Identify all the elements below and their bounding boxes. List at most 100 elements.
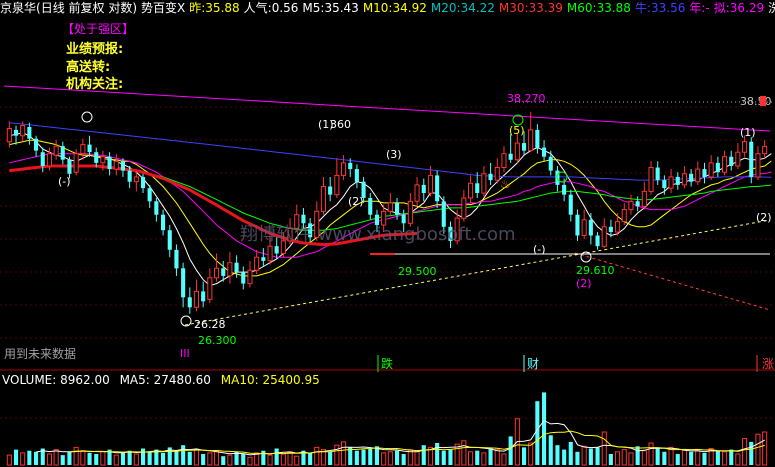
wave-marker-5: (5) xyxy=(509,124,525,137)
candle-body xyxy=(53,145,59,156)
volume-bar xyxy=(702,452,707,465)
candle-body xyxy=(154,201,159,215)
volume-bar xyxy=(522,447,527,465)
vol-ma5-label: MA5: xyxy=(119,373,150,387)
candle-body xyxy=(542,147,547,157)
candle-body xyxy=(73,153,79,173)
low-price-label-white: 26.28 xyxy=(194,318,226,331)
popularity-value: 0.56 xyxy=(271,1,299,15)
wave-marker-2b: (2) xyxy=(756,211,772,224)
right-edge-marker xyxy=(760,96,766,106)
ma20-value: 34.22 xyxy=(460,1,495,15)
volume-bar xyxy=(80,450,86,466)
volume-bar xyxy=(414,451,420,466)
volume-bar xyxy=(608,454,613,465)
ni-value: 36.29 xyxy=(729,1,765,15)
candle-body xyxy=(207,277,213,300)
volume-bar xyxy=(6,454,12,466)
candle-body xyxy=(40,152,45,166)
volume-bar xyxy=(494,449,500,466)
chart-mode: (日线 前复权 对数) xyxy=(36,1,138,15)
volume-bar xyxy=(27,450,32,465)
volume-bar xyxy=(755,433,761,466)
indicator-name[interactable]: 势百变X xyxy=(141,1,185,15)
volume-bar xyxy=(181,445,186,465)
volume-header: VOLUME: 8962.00 MA5: 27480.60 MA10: 2540… xyxy=(2,373,320,387)
candle-body xyxy=(113,160,119,170)
volume-bar xyxy=(749,441,754,465)
candle-body xyxy=(34,138,39,151)
wave-marker-2c: (2) xyxy=(576,277,592,290)
volume-bar xyxy=(87,452,92,465)
volume-bar xyxy=(120,452,125,465)
volume-bar xyxy=(127,450,132,465)
candle-body xyxy=(508,153,513,160)
candle-body xyxy=(708,162,714,178)
candle-body xyxy=(301,214,306,224)
candle-body xyxy=(762,145,768,155)
volume-bar xyxy=(681,449,688,466)
volume-bar xyxy=(448,449,453,465)
volume-bar xyxy=(662,451,667,465)
ma30-label: M30: xyxy=(498,1,529,15)
wave-marker-iii: III xyxy=(180,347,190,360)
candle-body xyxy=(174,249,179,269)
candle-body xyxy=(435,175,440,202)
volume-bar xyxy=(100,451,106,466)
candle-body xyxy=(421,184,426,193)
volume-bar xyxy=(762,431,768,466)
volume-bar xyxy=(641,450,647,466)
candle-body xyxy=(227,262,233,277)
volume-bar xyxy=(147,451,152,465)
candle-body xyxy=(395,202,400,215)
institution-label: 机构关注: xyxy=(66,77,124,92)
candle-body xyxy=(214,267,220,279)
candle-body xyxy=(615,221,621,233)
candle-body xyxy=(427,174,433,194)
candle-body xyxy=(14,129,19,136)
candle-body xyxy=(254,256,260,271)
candle-body xyxy=(133,176,139,183)
volume-bar xyxy=(201,454,206,465)
ma60-label: M60: xyxy=(566,1,597,15)
volume-bar xyxy=(174,450,179,465)
volume-bar xyxy=(314,446,320,466)
volume-bar xyxy=(401,454,406,465)
volume-bar xyxy=(548,435,553,465)
wave-marker-minus-1: (-) xyxy=(58,175,71,188)
year-label: 年: xyxy=(689,1,706,15)
chart-canvas: 翔博软件 www.xiangbosoft.com 38.270 26.28 26… xyxy=(0,0,775,467)
volume-label: VOLUME: xyxy=(2,373,57,387)
candle-body xyxy=(641,190,647,207)
candle-body xyxy=(488,173,493,181)
candle-body xyxy=(668,176,674,189)
volume-bar xyxy=(501,453,507,466)
candle-body xyxy=(127,170,132,182)
volume-bar xyxy=(294,455,300,466)
low-price-label-green: 26.300 xyxy=(198,334,237,347)
candle-body xyxy=(401,214,406,224)
marker-cai: 财 xyxy=(527,357,539,371)
candle-body xyxy=(387,202,393,212)
volume-bar xyxy=(133,453,139,466)
candle-body xyxy=(562,184,567,195)
ma30-value: 33.39 xyxy=(528,1,563,15)
candle-body xyxy=(548,156,553,171)
volume-bar xyxy=(361,449,366,465)
volume-bar xyxy=(67,451,72,465)
volume-bar xyxy=(508,436,513,465)
candle-body xyxy=(60,146,65,160)
flame-icon: ♨ xyxy=(500,177,511,191)
candle-body xyxy=(6,128,12,143)
candle-body xyxy=(755,153,761,178)
candle-body xyxy=(722,156,728,173)
volume-bar xyxy=(635,446,640,465)
candle-body xyxy=(328,186,333,195)
volume-bar xyxy=(73,446,79,466)
ma10-label: M10: xyxy=(362,1,393,15)
popularity-label: 人气: xyxy=(243,1,272,15)
volume-bar xyxy=(287,451,293,466)
volume-bar xyxy=(387,451,393,466)
candle-body xyxy=(161,214,166,231)
volume-bar xyxy=(655,448,660,465)
